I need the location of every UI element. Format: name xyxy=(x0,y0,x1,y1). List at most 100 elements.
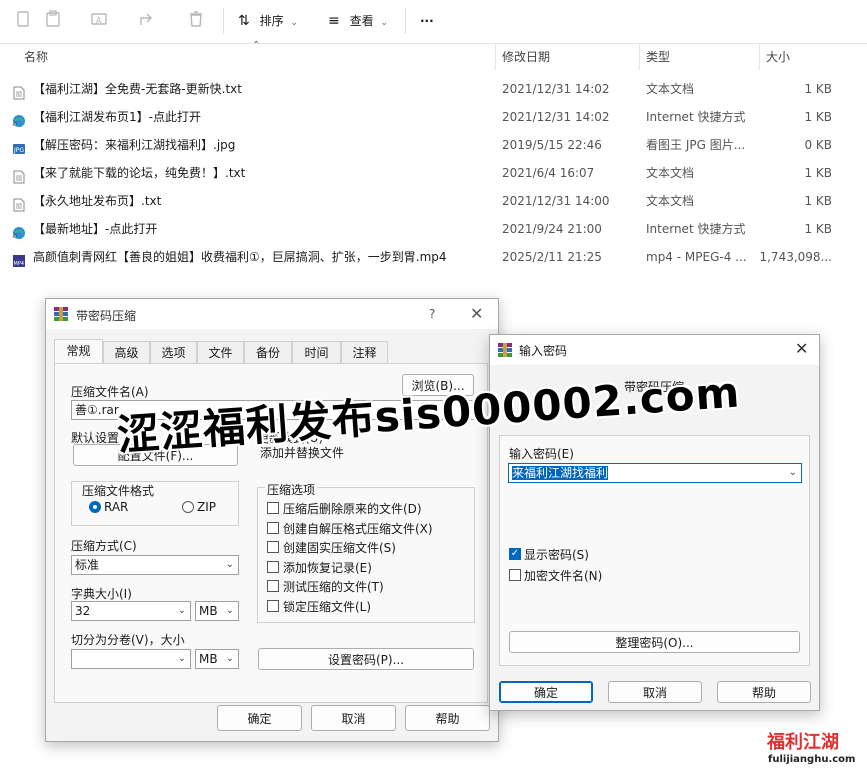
dict-unit-select[interactable]: MB ⌄ xyxy=(195,601,239,621)
archive-name-label: 压缩文件名(A) xyxy=(71,385,149,399)
split-unit-select[interactable]: MB ⌄ xyxy=(195,649,239,669)
cancel-button[interactable]: 取消 xyxy=(608,681,702,703)
password-value: 来福利江湖找福利 xyxy=(512,466,609,480)
file-date: 2021/12/31 14:02 xyxy=(502,110,610,124)
zip-label: ZIP xyxy=(197,500,216,514)
file-row[interactable]: 【最新地址】-点此打开 2021/9/24 21:00 Internet 快捷方式 1… xyxy=(0,215,867,243)
file-size: 0 KB xyxy=(804,138,832,152)
delete-icon[interactable] xyxy=(185,10,207,32)
file-type: 文本文档 xyxy=(646,166,695,180)
file-size: 1 KB xyxy=(804,222,832,236)
chevron-down-icon[interactable]: ⌄ xyxy=(226,650,234,668)
method-value: 标准 xyxy=(75,558,100,572)
file-row[interactable]: 【福利江湖】全免费-无套路-更新快.txt 2021/12/31 14:02 文本文… xyxy=(0,75,867,103)
close-icon[interactable]: ✕ xyxy=(470,304,483,323)
cancel-button[interactable]: 取消 xyxy=(311,705,396,731)
tab-6[interactable]: 注释 xyxy=(341,341,388,363)
close-icon[interactable]: ✕ xyxy=(795,339,808,358)
column-divider[interactable] xyxy=(495,44,496,70)
dict-label: 字典大小(I) xyxy=(71,587,132,601)
tab-3[interactable]: 文件 xyxy=(197,341,244,363)
help-question-icon[interactable]: ? xyxy=(429,307,435,321)
option-checkbox[interactable] xyxy=(267,580,279,592)
jpg-file-icon: JPG xyxy=(12,138,26,154)
file-type: 看图王 JPG 图片... xyxy=(646,138,746,152)
dict-unit: MB xyxy=(199,604,218,618)
set-password-button[interactable]: 设置密码(P)... xyxy=(258,648,474,670)
chevron-down-icon[interactable]: ⌄ xyxy=(178,602,186,620)
svg-text:A: A xyxy=(96,16,102,25)
file-date: 2021/12/31 14:02 xyxy=(502,82,610,96)
chevron-down-icon[interactable]: ⌄ xyxy=(789,464,797,482)
option-label: 创建固实压缩文件(S) xyxy=(283,541,396,555)
tab-2[interactable]: 选项 xyxy=(150,341,197,363)
more-options-button[interactable]: ··· xyxy=(420,10,434,32)
column-header-size[interactable]: 大小 xyxy=(766,44,790,70)
tab-4[interactable]: 备份 xyxy=(244,341,292,363)
show-password-checkbox[interactable]: ✓ xyxy=(509,548,521,560)
enter-password-label: 输入密码(E) xyxy=(509,447,574,461)
option-checkbox[interactable] xyxy=(267,502,279,514)
file-date: 2019/5/15 22:46 xyxy=(502,138,602,152)
file-size: 1 KB xyxy=(804,166,832,180)
option-label: 锁定压缩文件(L) xyxy=(283,599,372,614)
share-icon[interactable] xyxy=(136,10,158,32)
column-divider[interactable] xyxy=(639,44,640,70)
encrypt-names-checkbox[interactable] xyxy=(509,569,521,581)
option-checkbox[interactable] xyxy=(267,560,279,573)
explorer-toolbar: A ⇅ 排序 ⌄ ≡ 查看 ⌄ ··· xyxy=(0,0,867,44)
file-name: 【福利江湖】全免费-无套路-更新快.txt xyxy=(33,82,242,96)
svg-text:MP4: MP4 xyxy=(14,261,25,267)
option-checkbox[interactable] xyxy=(267,521,279,534)
archive-name-value: 善①.rar xyxy=(75,403,119,417)
mp4-file-icon: MP4 xyxy=(12,250,26,267)
rar-radio[interactable] xyxy=(89,501,101,513)
sort-label: 排序 xyxy=(259,14,284,28)
paste-icon[interactable] xyxy=(42,10,64,32)
help-button[interactable]: 帮助 xyxy=(405,705,490,731)
password-input[interactable]: 来福利江湖找福利 ⌄ xyxy=(508,463,802,483)
tab-0[interactable]: 常规 xyxy=(54,339,103,364)
split-label: 切分为分卷(V)，大小 xyxy=(71,633,185,647)
file-row[interactable]: 【来了就能下载的论坛，纯免费！】.txt 2021/6/4 16:07 文本文档 1 … xyxy=(0,159,867,187)
file-row[interactable]: 【福利江湖发布页1】-点此打开 2021/12/31 14:02 Internet … xyxy=(0,103,867,131)
chevron-down-icon: ⌄ xyxy=(290,18,298,28)
dict-select[interactable]: 32 ⌄ xyxy=(71,601,191,621)
column-header-name[interactable]: 名称 xyxy=(24,44,48,70)
site-logo-url: fulijianghu.com xyxy=(768,754,856,765)
file-type: 文本文档 xyxy=(646,82,695,96)
method-label: 压缩方式(C) xyxy=(71,539,137,553)
file-row[interactable]: JPG 【解压密码：来福利江湖找福利】.jpg 2019/5/15 22:46 看图王… xyxy=(0,131,867,159)
column-header-date[interactable]: 修改日期 xyxy=(502,44,550,70)
method-select[interactable]: 标准 ⌄ xyxy=(71,555,239,575)
split-input[interactable]: ⌄ xyxy=(71,649,191,669)
file-name: 【来了就能下载的论坛，纯免费！】.txt xyxy=(33,166,246,180)
tab-1[interactable]: 高级 xyxy=(103,341,150,363)
ok-button[interactable]: 确定 xyxy=(217,705,302,731)
tab-5[interactable]: 时间 xyxy=(292,341,341,363)
file-row[interactable]: MP4 高颜值刺青网红【善良的姐姐】收费福利①，巨屌搞洞、扩张，一步到胃.mp4 2… xyxy=(0,243,867,271)
organize-passwords-button[interactable]: 整理密码(O)... xyxy=(509,631,800,653)
column-header-type[interactable]: 类型 xyxy=(646,44,670,70)
help-button[interactable]: 帮助 xyxy=(717,681,811,703)
option-checkbox[interactable] xyxy=(267,541,279,553)
file-date: 2021/12/31 14:00 xyxy=(502,194,610,208)
chevron-down-icon[interactable]: ⌄ xyxy=(226,556,234,574)
ok-button[interactable]: 确定 xyxy=(499,681,593,703)
sort-button[interactable]: ⇅ 排序 ⌄ xyxy=(238,10,298,32)
option-checkbox[interactable] xyxy=(267,599,279,612)
file-row[interactable]: 【永久地址发布页】.txt 2021/12/31 14:00 文本文档 1 KB xyxy=(0,187,867,215)
chevron-down-icon[interactable]: ⌄ xyxy=(178,650,186,668)
chevron-down-icon[interactable]: ⌄ xyxy=(226,602,234,620)
column-divider[interactable] xyxy=(759,44,760,70)
toolbar-divider xyxy=(223,8,224,34)
options-label: 压缩选项 xyxy=(265,481,318,498)
internet-shortcut-icon xyxy=(12,110,26,127)
zip-radio[interactable] xyxy=(182,501,194,513)
dialog-titlebar: 输入密码 ✕ xyxy=(490,335,819,365)
cut-icon[interactable] xyxy=(12,10,34,32)
rename-icon[interactable]: A xyxy=(88,10,110,32)
view-button[interactable]: ≡ 查看 ⌄ xyxy=(328,10,388,32)
split-unit: MB xyxy=(199,652,218,666)
txt-file-icon xyxy=(12,166,26,184)
